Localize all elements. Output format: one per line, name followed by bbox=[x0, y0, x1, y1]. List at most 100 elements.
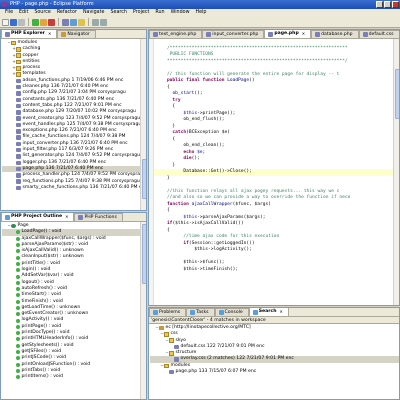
print-icon[interactable] bbox=[18, 18, 25, 26]
code-area[interactable]: /***************************************… bbox=[149, 39, 399, 273]
method-icon bbox=[16, 243, 20, 248]
code-token: ob_end_flush(); bbox=[156, 117, 225, 122]
editor-scrollbar[interactable] bbox=[393, 39, 399, 305]
code-token: ->printPage(); bbox=[197, 110, 236, 116]
forward-icon[interactable] bbox=[100, 18, 107, 26]
php-icon bbox=[174, 344, 179, 350]
explorer-tree-item[interactable]: smarty_cache_functions.php 136 7/21/07 6… bbox=[2, 185, 146, 191]
scrollbar-thumb[interactable] bbox=[394, 69, 399, 119]
menu-file[interactable]: File bbox=[2, 9, 16, 17]
menu-refactor[interactable]: Refactor bbox=[54, 9, 80, 17]
php-outline-panel: PHP Project Outline ✕ PHP Functions − Page… bbox=[0, 212, 147, 400]
maximize-button[interactable] bbox=[384, 1, 391, 8]
php-icon bbox=[16, 110, 21, 115]
code-token: //and also so we can provide a way to ov… bbox=[156, 195, 351, 200]
tab-label: page.php bbox=[274, 31, 299, 36]
bottom-tab[interactable]: Tasks bbox=[186, 308, 215, 316]
editor-tab[interactable]: input_converter.php bbox=[202, 30, 265, 38]
new-file-icon[interactable] bbox=[2, 18, 9, 26]
tab-php-explorer[interactable]: PHP Explorer ✕ bbox=[1, 30, 58, 38]
outline-tabs: PHP Project Outline ✕ PHP Functions bbox=[1, 213, 146, 222]
menu-window[interactable]: Window bbox=[168, 9, 193, 17]
code-token: (); bbox=[191, 156, 200, 161]
explorer-scrollbar[interactable] bbox=[140, 39, 146, 210]
code-token: function bbox=[156, 201, 192, 207]
view-icon bbox=[153, 310, 158, 315]
php-icon bbox=[16, 166, 21, 172]
minimize-button[interactable] bbox=[376, 1, 383, 8]
php-icon bbox=[169, 369, 174, 375]
php-file-icon bbox=[153, 32, 158, 37]
php-icon bbox=[16, 147, 21, 153]
tab-navigator[interactable]: Navigator bbox=[57, 30, 96, 38]
code-token: echo bbox=[156, 149, 198, 155]
code-token: (); bbox=[194, 91, 203, 96]
title-bar: PHP - page.php - Eclipse Platform bbox=[0, 0, 400, 9]
save-icon[interactable] bbox=[10, 18, 17, 26]
search-result-item[interactable]: page.php 133 7/15/07 6:07 PM enc bbox=[150, 369, 399, 375]
code-token: PUBLIC FUNCTIONS bbox=[156, 52, 214, 57]
php-icon bbox=[16, 129, 21, 134]
code-token: { bbox=[156, 227, 170, 233]
code-line[interactable]: $this->timeFinish(); bbox=[149, 267, 399, 274]
external-tools-icon[interactable] bbox=[48, 18, 55, 26]
method-icon bbox=[16, 350, 20, 355]
close-button[interactable] bbox=[392, 1, 399, 8]
bottom-tab[interactable]: Search ✕ bbox=[248, 308, 289, 316]
menu-navigate[interactable]: Navigate bbox=[80, 9, 108, 17]
tab-php-functions[interactable]: PHP Functions bbox=[74, 213, 123, 221]
outline-scrollbar[interactable] bbox=[140, 222, 146, 399]
code-token: $this->timeFinish(); bbox=[156, 266, 239, 272]
close-icon[interactable]: ✕ bbox=[302, 30, 305, 38]
bottom-tab[interactable]: Console bbox=[214, 308, 249, 316]
method-icon bbox=[16, 337, 20, 342]
tab-php-project-outline[interactable]: PHP Project Outline ✕ bbox=[1, 213, 75, 221]
folder-icon bbox=[16, 59, 21, 65]
code-token: ob_end_clean(); bbox=[156, 143, 225, 148]
open-type-icon[interactable] bbox=[70, 18, 77, 26]
explorer-tree: − modules + caching + copper + entities + process… bbox=[1, 39, 146, 191]
tab-label: Tasks bbox=[196, 309, 209, 315]
menu-edit[interactable]: Edit bbox=[16, 9, 31, 17]
back-icon[interactable] bbox=[92, 18, 99, 26]
bottom-tab[interactable]: Problems bbox=[149, 308, 187, 316]
tree-item-label: ec [http://linotapecollective.org/MTC] bbox=[165, 325, 251, 330]
php-icon bbox=[16, 135, 21, 140]
code-token: { bbox=[156, 136, 176, 142]
code-token: /***************************************… bbox=[156, 45, 348, 51]
php-icon bbox=[16, 173, 21, 178]
code-token: //time ajax code for this execution bbox=[156, 234, 280, 239]
view-icon bbox=[190, 310, 196, 315]
editor-tab[interactable]: default.css bbox=[358, 30, 399, 38]
scrollbar-thumb[interactable] bbox=[141, 224, 146, 284]
editor-tab[interactable]: text_engine.php bbox=[149, 30, 203, 38]
debug-icon[interactable] bbox=[32, 18, 39, 26]
scrollbar-thumb[interactable] bbox=[141, 159, 146, 199]
tab-label: default.css bbox=[368, 31, 394, 37]
method-icon bbox=[16, 236, 20, 241]
menu-help[interactable]: Help bbox=[193, 9, 210, 17]
method-icon bbox=[16, 274, 20, 279]
new-php-project-icon[interactable] bbox=[62, 18, 69, 26]
run-icon[interactable] bbox=[40, 18, 47, 26]
menu-run[interactable]: Run bbox=[152, 9, 167, 17]
menu-search[interactable]: Search bbox=[107, 9, 129, 17]
close-icon[interactable]: ✕ bbox=[280, 308, 283, 316]
outline-tree-item[interactable]: printItems() : void bbox=[2, 374, 146, 380]
close-icon[interactable]: ✕ bbox=[65, 213, 68, 221]
method-icon bbox=[16, 368, 20, 373]
editor-tab[interactable]: database.php bbox=[311, 30, 359, 38]
menu-project[interactable]: Project bbox=[130, 9, 152, 17]
menu-source[interactable]: Source bbox=[31, 9, 53, 17]
close-icon[interactable]: ✕ bbox=[48, 30, 51, 38]
tree-item-label: overlay.css (2 matches) 122 7/21/07 9:01… bbox=[180, 356, 294, 362]
editor-tabs: text_engine.php input_converter.php page.p… bbox=[149, 30, 399, 39]
php-icon bbox=[16, 116, 21, 121]
search-icon[interactable] bbox=[78, 18, 85, 26]
bottom-panel: Problems Tasks Console Search ✕ 'genesis\Con… bbox=[148, 307, 400, 400]
tab-label: database.php bbox=[321, 31, 353, 37]
editor-tab[interactable]: page.php ✕ bbox=[264, 30, 312, 38]
folder-icon bbox=[16, 72, 21, 77]
method-icon bbox=[16, 306, 20, 310]
code-token: { bbox=[156, 84, 170, 90]
